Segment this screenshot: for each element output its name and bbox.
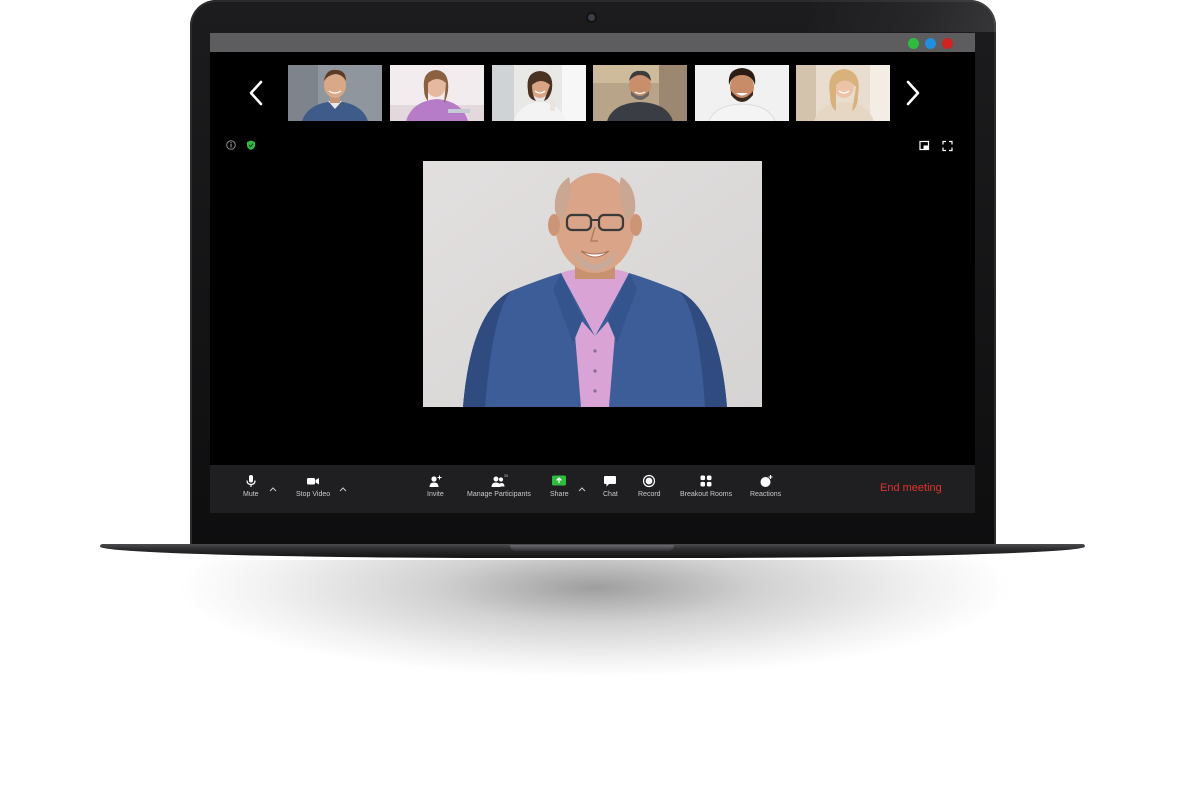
record-label: Record: [638, 491, 661, 498]
breakout-rooms-label: Breakout Rooms: [680, 491, 733, 498]
mute-button[interactable]: Mute: [243, 474, 259, 498]
share-options-caret[interactable]: [577, 480, 587, 492]
window-maximize-button[interactable]: [908, 38, 919, 49]
stop-video-label: Stop Video: [296, 491, 331, 498]
mute-label: Mute: [243, 491, 259, 498]
video-options-caret[interactable]: [338, 480, 348, 492]
participant-thumbnail[interactable]: [288, 65, 382, 121]
participant-video: [695, 65, 789, 121]
add-reaction-icon: [760, 475, 773, 487]
previous-participants-button[interactable]: [241, 73, 271, 113]
next-participants-button[interactable]: [898, 73, 928, 113]
stop-video-button[interactable]: Stop Video: [296, 474, 330, 498]
laptop-shadow: [60, 560, 1130, 790]
audio-options-caret[interactable]: [268, 480, 278, 492]
participant-thumbnail[interactable]: [796, 65, 890, 121]
chevron-up-icon: [269, 487, 277, 492]
participant-video: [593, 65, 687, 121]
speaker-view-and-fullscreen-icons[interactable]: [916, 140, 960, 152]
share-label: Share: [550, 491, 569, 498]
participant-video: [390, 65, 484, 121]
end-meeting-button[interactable]: End meeting: [880, 482, 942, 494]
speaker-portrait: [423, 161, 762, 407]
chevron-left-icon: [249, 80, 263, 106]
invite-button[interactable]: Invite: [427, 474, 444, 498]
lid-reflection: [806, 0, 996, 32]
video-camera-icon: [307, 478, 320, 485]
meeting-status-icons: [225, 138, 265, 156]
chat-button[interactable]: Chat: [603, 474, 618, 498]
participant-thumbnail[interactable]: [695, 65, 789, 121]
participant-thumbnail[interactable]: [492, 65, 586, 121]
participant-count-badge: 39: [504, 474, 508, 478]
window-close-button[interactable]: [942, 38, 953, 49]
participant-video: [796, 65, 890, 121]
zoom-meeting-window: Mute Stop Video Invite 39 Manage Partici…: [210, 33, 975, 513]
laptop-base: [100, 544, 1085, 558]
record-icon: [643, 474, 656, 488]
manage-participants-button[interactable]: 39 Manage Participants: [467, 474, 531, 498]
participant-thumbnail[interactable]: [593, 65, 687, 121]
chat-bubble-icon: [604, 476, 617, 487]
reactions-button[interactable]: Reactions: [750, 474, 781, 498]
laptop-hinge-notch: [510, 545, 674, 551]
breakout-rooms-button[interactable]: Breakout Rooms: [680, 474, 732, 498]
chevron-right-icon: [906, 80, 920, 106]
active-speaker-video: [423, 161, 762, 407]
share-screen-icon: [552, 475, 567, 486]
webcam: [588, 14, 595, 21]
reactions-label: Reactions: [750, 491, 782, 498]
window-titlebar: [210, 33, 975, 52]
window-minimize-button[interactable]: [925, 38, 936, 49]
add-user-icon: [429, 475, 442, 487]
chat-label: Chat: [603, 491, 618, 498]
view-controls: [916, 139, 960, 157]
record-button[interactable]: Record: [638, 474, 661, 498]
microphone-icon: [246, 475, 256, 487]
manage-participants-label: Manage Participants: [467, 491, 531, 498]
participant-video: [492, 65, 586, 121]
share-button[interactable]: Share: [550, 474, 569, 498]
invite-label: Invite: [427, 491, 444, 498]
participant-thumbnail[interactable]: [390, 65, 484, 121]
meeting-info-and-encryption-icons[interactable]: [225, 139, 265, 151]
chevron-up-icon: [339, 487, 347, 492]
breakout-rooms-icon: [700, 475, 712, 487]
participants-icon: 39: [491, 474, 508, 487]
chevron-up-icon: [578, 487, 586, 492]
meeting-toolbar: Mute Stop Video Invite 39 Manage Partici…: [210, 465, 975, 513]
participant-video: [288, 65, 382, 121]
